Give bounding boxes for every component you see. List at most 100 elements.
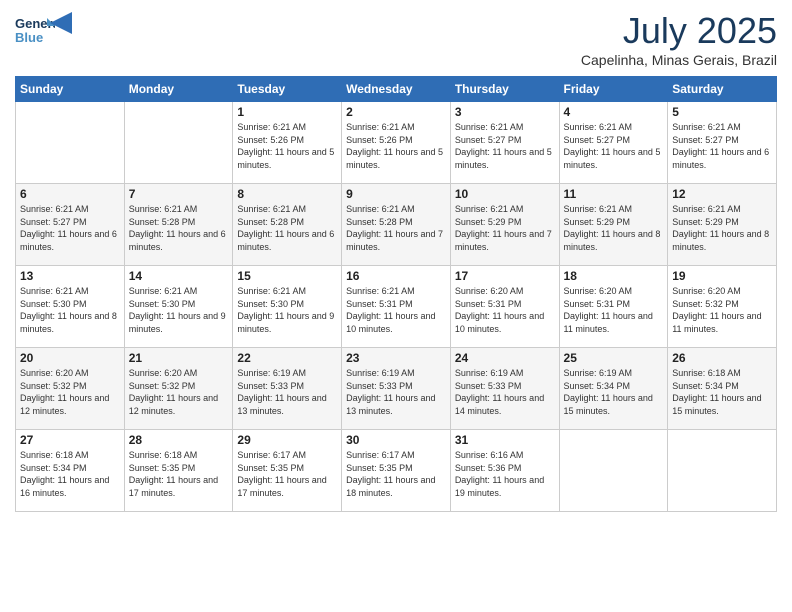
day-info: Sunrise: 6:21 AMSunset: 5:27 PMDaylight:…: [455, 121, 555, 171]
day-info: Sunrise: 6:21 AMSunset: 5:27 PMDaylight:…: [20, 203, 120, 253]
day-number: 22: [237, 351, 337, 365]
calendar-cell: 22 Sunrise: 6:19 AMSunset: 5:33 PMDayligh…: [233, 348, 342, 430]
calendar-day-header: Monday: [124, 77, 233, 102]
calendar-cell: 18 Sunrise: 6:20 AMSunset: 5:31 PMDayligh…: [559, 266, 668, 348]
calendar-cell: 5 Sunrise: 6:21 AMSunset: 5:27 PMDaylight…: [668, 102, 777, 184]
day-number: 6: [20, 187, 120, 201]
calendar-cell: 28Sunrise: 6:18 AMSunset: 5:35 PMDayligh…: [124, 430, 233, 512]
day-info: Sunrise: 6:19 AMSunset: 5:33 PMDaylight:…: [237, 367, 337, 417]
day-info: Sunrise: 6:20 AMSunset: 5:32 PMDaylight:…: [672, 285, 772, 335]
day-number: 21: [129, 351, 229, 365]
calendar-cell: [668, 430, 777, 512]
calendar-week-row: 27 Sunrise: 6:18 AMSunset: 5:34 PMDayligh…: [16, 430, 777, 512]
calendar-week-row: 1 Sunrise: 6:21 AMSunset: 5:26 PMDaylight…: [16, 102, 777, 184]
calendar-cell: 13 Sunrise: 6:21 AMSunset: 5:30 PMDayligh…: [16, 266, 125, 348]
calendar-cell: 14 Sunrise: 6:21 AMSunset: 5:30 PMDayligh…: [124, 266, 233, 348]
day-number: 18: [564, 269, 664, 283]
day-info: Sunrise: 6:21 AMSunset: 5:31 PMDaylight:…: [346, 285, 446, 335]
logo-arrow-icon: [50, 12, 72, 34]
day-number: 29: [237, 433, 337, 447]
day-info: Sunrise: 6:21 AMSunset: 5:28 PMDaylight:…: [129, 203, 229, 253]
calendar-cell: 12 Sunrise: 6:21 AMSunset: 5:29 PMDayligh…: [668, 184, 777, 266]
calendar-cell: 31 Sunrise: 6:16 AMSunset: 5:36 PMDayligh…: [450, 430, 559, 512]
day-number: 14: [129, 269, 229, 283]
day-info: Sunrise: 6:20 AMSunset: 5:31 PMDaylight:…: [564, 285, 664, 335]
calendar-cell: 23 Sunrise: 6:19 AMSunset: 5:33 PMDayligh…: [342, 348, 451, 430]
day-info: Sunrise: 6:21 AMSunset: 5:29 PMDaylight:…: [455, 203, 555, 253]
title-block: July 2025 Capelinha, Minas Gerais, Brazi…: [581, 10, 777, 68]
day-number: 10: [455, 187, 555, 201]
calendar-day-header: Thursday: [450, 77, 559, 102]
day-info: Sunrise: 6:18 AMSunset: 5:34 PMDaylight:…: [672, 367, 772, 417]
calendar-cell: 30 Sunrise: 6:17 AMSunset: 5:35 PMDayligh…: [342, 430, 451, 512]
day-number: 20: [20, 351, 120, 365]
day-info: Sunrise: 6:17 AMSunset: 5:35 PMDaylight:…: [346, 449, 446, 499]
calendar-week-row: 6 Sunrise: 6:21 AMSunset: 5:27 PMDaylight…: [16, 184, 777, 266]
day-info: Sunrise: 6:21 AMSunset: 5:26 PMDaylight:…: [237, 121, 337, 171]
day-number: 17: [455, 269, 555, 283]
calendar-cell: 2Sunrise: 6:21 AMSunset: 5:26 PMDaylight…: [342, 102, 451, 184]
day-number: 25: [564, 351, 664, 365]
calendar-day-header: Sunday: [16, 77, 125, 102]
day-info: Sunrise: 6:21 AMSunset: 5:27 PMDaylight:…: [672, 121, 772, 171]
day-info: Sunrise: 6:20 AMSunset: 5:32 PMDaylight:…: [20, 367, 120, 417]
calendar-cell: 27 Sunrise: 6:18 AMSunset: 5:34 PMDayligh…: [16, 430, 125, 512]
day-number: 30: [346, 433, 446, 447]
day-number: 23: [346, 351, 446, 365]
day-info: Sunrise: 6:20 AMSunset: 5:32 PMDaylight:…: [129, 367, 229, 417]
day-number: 24: [455, 351, 555, 365]
day-number: 4: [564, 105, 664, 119]
day-number: 19: [672, 269, 772, 283]
day-info: Sunrise: 6:18 AMSunset: 5:34 PMDaylight:…: [20, 449, 120, 499]
calendar-cell: 10 Sunrise: 6:21 AMSunset: 5:29 PMDayligh…: [450, 184, 559, 266]
calendar-day-header: Friday: [559, 77, 668, 102]
day-info: Sunrise: 6:19 AMSunset: 5:33 PMDaylight:…: [346, 367, 446, 417]
calendar-cell: 15 Sunrise: 6:21 AMSunset: 5:30 PMDayligh…: [233, 266, 342, 348]
calendar-cell: 1 Sunrise: 6:21 AMSunset: 5:26 PMDaylight…: [233, 102, 342, 184]
day-number: 8: [237, 187, 337, 201]
location-subtitle: Capelinha, Minas Gerais, Brazil: [581, 52, 777, 68]
calendar-cell: 7 Sunrise: 6:21 AMSunset: 5:28 PMDaylight…: [124, 184, 233, 266]
day-number: 5: [672, 105, 772, 119]
calendar-cell: 9Sunrise: 6:21 AMSunset: 5:28 PMDaylight…: [342, 184, 451, 266]
day-info: Sunrise: 6:21 AMSunset: 5:30 PMDaylight:…: [237, 285, 337, 335]
day-info: Sunrise: 6:21 AMSunset: 5:30 PMDaylight:…: [20, 285, 120, 335]
calendar-week-row: 13 Sunrise: 6:21 AMSunset: 5:30 PMDayligh…: [16, 266, 777, 348]
day-number: 28: [129, 433, 229, 447]
day-number: 27: [20, 433, 120, 447]
calendar-cell: 11Sunrise: 6:21 AMSunset: 5:29 PMDayligh…: [559, 184, 668, 266]
day-number: 26: [672, 351, 772, 365]
calendar-cell: [559, 430, 668, 512]
calendar-cell: 19 Sunrise: 6:20 AMSunset: 5:32 PMDayligh…: [668, 266, 777, 348]
day-number: 11: [564, 187, 664, 201]
day-info: Sunrise: 6:21 AMSunset: 5:28 PMDaylight:…: [237, 203, 337, 253]
calendar-cell: 26 Sunrise: 6:18 AMSunset: 5:34 PMDayligh…: [668, 348, 777, 430]
day-number: 1: [237, 105, 337, 119]
calendar-cell: 16Sunrise: 6:21 AMSunset: 5:31 PMDayligh…: [342, 266, 451, 348]
day-info: Sunrise: 6:21 AMSunset: 5:26 PMDaylight:…: [346, 121, 446, 171]
svg-text:Blue: Blue: [15, 30, 43, 45]
logo-icon: General Blue: [15, 10, 55, 50]
day-number: 13: [20, 269, 120, 283]
day-info: Sunrise: 6:16 AMSunset: 5:36 PMDaylight:…: [455, 449, 555, 499]
day-number: 12: [672, 187, 772, 201]
calendar-cell: 29Sunrise: 6:17 AMSunset: 5:35 PMDayligh…: [233, 430, 342, 512]
calendar-cell: [16, 102, 125, 184]
day-info: Sunrise: 6:20 AMSunset: 5:31 PMDaylight:…: [455, 285, 555, 335]
page-container: General Blue July 2025 Capelinha, Minas …: [0, 0, 792, 522]
calendar-day-header: Wednesday: [342, 77, 451, 102]
day-number: 31: [455, 433, 555, 447]
day-number: 15: [237, 269, 337, 283]
calendar-day-header: Tuesday: [233, 77, 342, 102]
calendar-cell: [124, 102, 233, 184]
day-info: Sunrise: 6:21 AMSunset: 5:30 PMDaylight:…: [129, 285, 229, 335]
calendar-cell: 17 Sunrise: 6:20 AMSunset: 5:31 PMDayligh…: [450, 266, 559, 348]
calendar-cell: 20 Sunrise: 6:20 AMSunset: 5:32 PMDayligh…: [16, 348, 125, 430]
calendar-header-row: SundayMondayTuesdayWednesdayThursdayFrid…: [16, 77, 777, 102]
page-header: General Blue July 2025 Capelinha, Minas …: [15, 10, 777, 68]
calendar-day-header: Saturday: [668, 77, 777, 102]
day-info: Sunrise: 6:21 AMSunset: 5:29 PMDaylight:…: [672, 203, 772, 253]
day-number: 7: [129, 187, 229, 201]
day-info: Sunrise: 6:21 AMSunset: 5:28 PMDaylight:…: [346, 203, 446, 253]
calendar-cell: 4Sunrise: 6:21 AMSunset: 5:27 PMDaylight…: [559, 102, 668, 184]
